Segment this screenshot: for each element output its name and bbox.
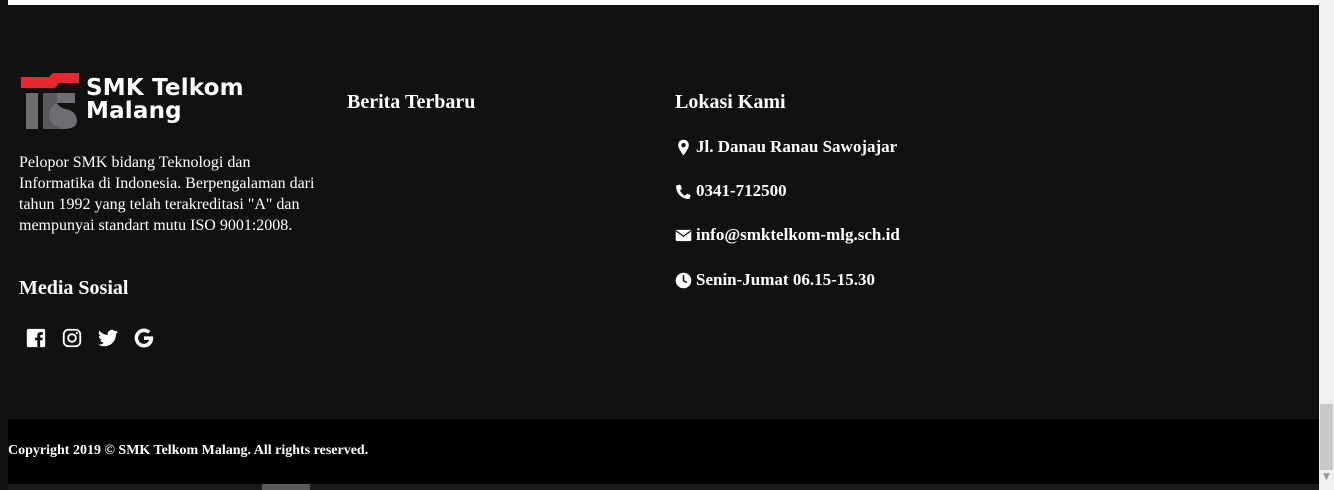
- contact-email: info@smktelkom-mlg.sch.id: [675, 225, 900, 245]
- social-heading: Media Sosial: [19, 277, 129, 299]
- email-text: info@smktelkom-mlg.sch.id: [696, 225, 900, 244]
- site-footer: SMK Telkom Malang Pelopor SMK bidang Tek…: [8, 5, 1319, 419]
- location-heading: Lokasi Kami: [675, 91, 786, 113]
- about-description: Pelopor SMK bidang Teknologi dan Informa…: [19, 154, 315, 234]
- logo[interactable]: SMK Telkom Malang: [19, 71, 249, 131]
- phone-icon: [676, 184, 691, 199]
- twitter-icon[interactable]: [95, 325, 120, 350]
- phone-text: 0341-712500: [696, 181, 787, 200]
- contact-phone: 0341-712500: [675, 181, 787, 201]
- hours-text: Senin-Jumat 06.15-15.30: [696, 270, 875, 289]
- bottom-scroll-marker: [262, 484, 310, 490]
- copyright-bar: Copyright 2019 © SMK Telkom Malang. All …: [8, 419, 1319, 484]
- contact-hours: Senin-Jumat 06.15-15.30: [675, 270, 875, 290]
- logo-line-2: Malang: [86, 98, 182, 124]
- page-bottom-edge: [8, 484, 1319, 490]
- scrollbar-thumb[interactable]: [1320, 404, 1333, 470]
- logo-mark-icon: [21, 73, 79, 129]
- google-icon[interactable]: [131, 325, 156, 350]
- facebook-icon[interactable]: [23, 325, 48, 350]
- news-heading: Berita Terbaru: [347, 91, 476, 113]
- copyright-text: Copyright 2019 © SMK Telkom Malang. All …: [8, 443, 369, 458]
- envelope-icon: [675, 229, 692, 241]
- social-links: [23, 325, 156, 350]
- scroll-down-icon[interactable]: ▼: [1320, 470, 1333, 484]
- logo-text: SMK Telkom Malang: [86, 77, 244, 123]
- instagram-icon[interactable]: [59, 325, 84, 350]
- map-marker-icon: [678, 139, 689, 155]
- page-left-edge: [0, 0, 8, 490]
- clock-icon: [675, 272, 692, 288]
- address-text: Jl. Danau Ranau Sawojajar: [696, 137, 898, 156]
- contact-address: Jl. Danau Ranau Sawojajar: [675, 137, 897, 157]
- logo-line-1: SMK Telkom: [86, 75, 244, 101]
